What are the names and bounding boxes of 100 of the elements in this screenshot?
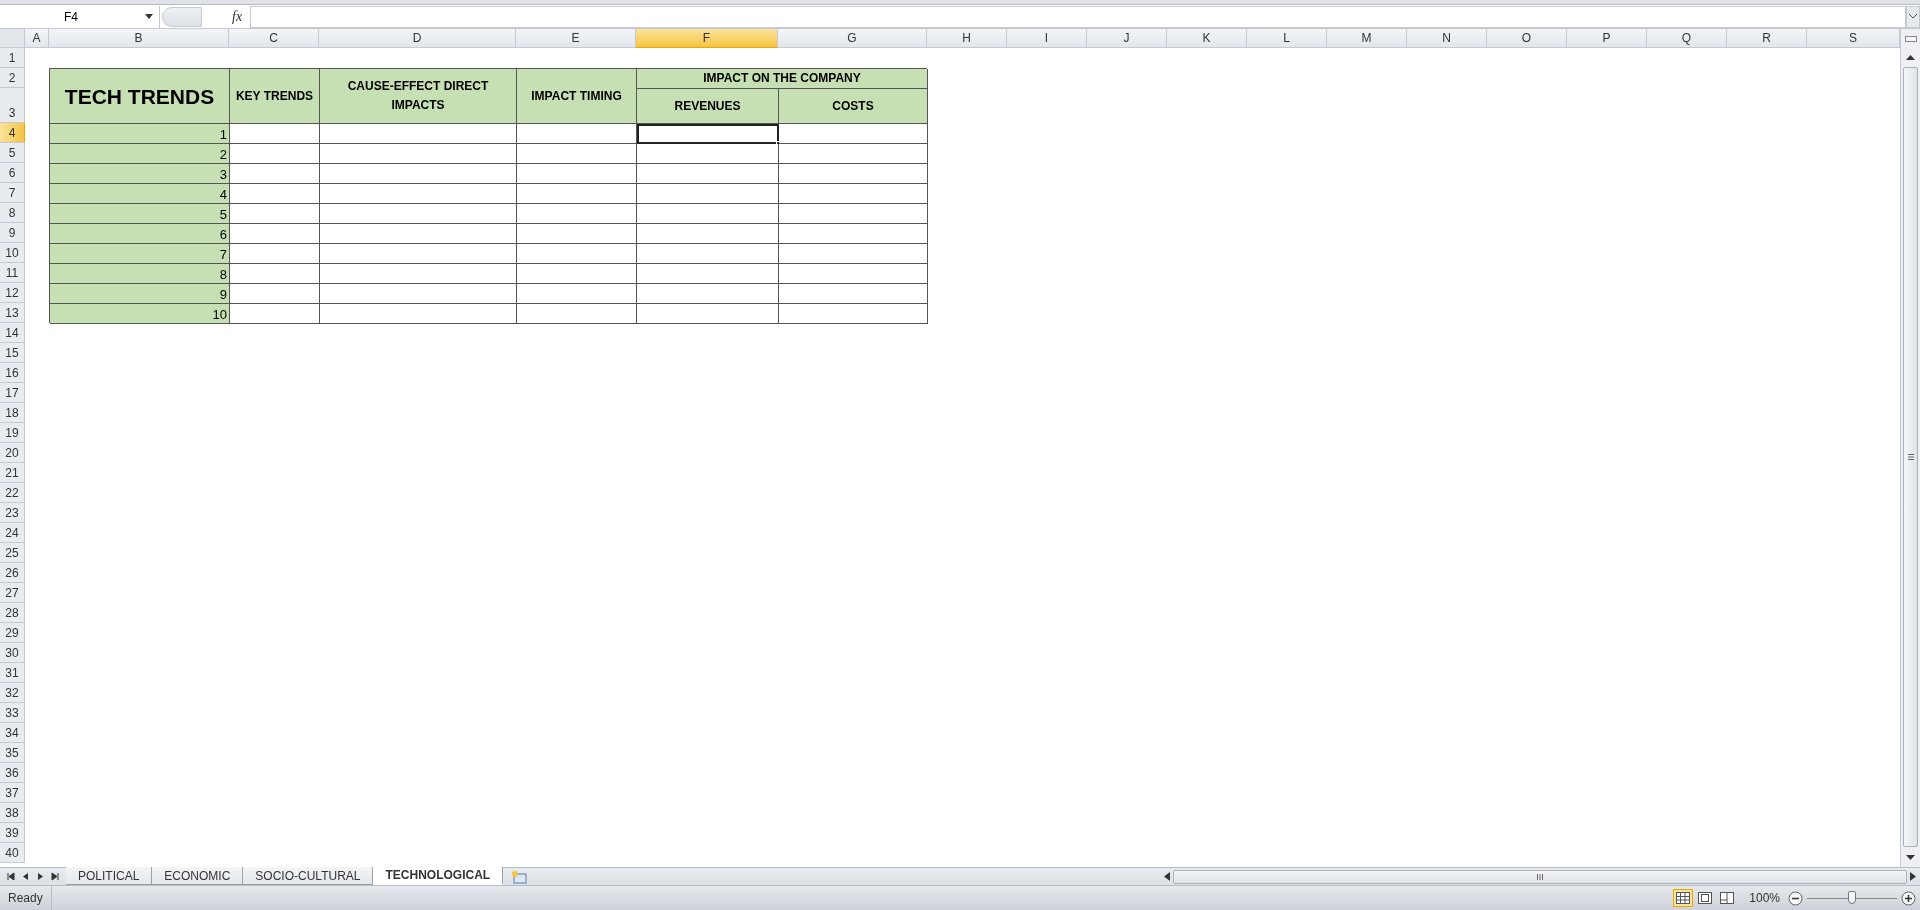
row-header[interactable]: 38 (0, 803, 25, 823)
table-cell[interactable] (779, 204, 928, 224)
row-header[interactable]: 16 (0, 363, 25, 383)
row-header[interactable]: 5 (0, 143, 25, 163)
column-header[interactable]: M (1327, 29, 1407, 48)
sheet-tab[interactable]: SOCIO-CULTURAL (243, 867, 374, 885)
table-cell[interactable] (230, 124, 320, 144)
table-cell[interactable] (637, 244, 779, 264)
row-header[interactable]: 32 (0, 683, 25, 703)
sheet-tab[interactable]: ECONOMIC (152, 867, 244, 885)
column-header[interactable]: A (25, 29, 49, 48)
column-header[interactable]: O (1487, 29, 1567, 48)
row-header[interactable]: 1 (0, 48, 25, 68)
table-cell[interactable] (517, 284, 637, 304)
table-cell[interactable] (517, 264, 637, 284)
row-header[interactable]: 20 (0, 443, 25, 463)
selected-cell[interactable] (637, 124, 779, 144)
row-header[interactable]: 9 (0, 223, 25, 243)
zoom-out-icon[interactable] (1788, 890, 1803, 906)
table-cell[interactable] (320, 164, 517, 184)
row-header[interactable]: 8 (0, 203, 25, 223)
table-cell[interactable] (320, 144, 517, 164)
column-header[interactable]: D (319, 29, 516, 48)
row-header[interactable]: 4 (0, 123, 25, 143)
table-cell[interactable] (779, 124, 928, 144)
table-cell[interactable] (230, 264, 320, 284)
column-header[interactable]: F (636, 29, 778, 48)
row-header[interactable]: 33 (0, 703, 25, 723)
table-cell[interactable] (779, 264, 928, 284)
table-cell[interactable] (779, 304, 928, 324)
row-header[interactable]: 21 (0, 463, 25, 483)
column-header[interactable]: L (1247, 29, 1327, 48)
sheet-tab[interactable]: TECHNOLOGICAL (373, 867, 504, 885)
row-header[interactable]: 13 (0, 303, 25, 323)
table-cell[interactable] (230, 184, 320, 204)
table-cell[interactable] (779, 184, 928, 204)
column-header[interactable]: P (1567, 29, 1647, 48)
row-header[interactable]: 31 (0, 663, 25, 683)
row-header[interactable]: 40 (0, 843, 25, 863)
row-header[interactable]: 3 (0, 88, 25, 123)
insert-function-button[interactable]: fx (232, 8, 243, 25)
row-header[interactable]: 22 (0, 483, 25, 503)
formula-bar-handle[interactable] (162, 6, 202, 27)
formula-input[interactable] (250, 5, 1906, 28)
table-cell[interactable] (320, 224, 517, 244)
sheet-tab[interactable]: POLITICAL (66, 867, 153, 885)
row-header[interactable]: 34 (0, 723, 25, 743)
row-header[interactable]: 26 (0, 563, 25, 583)
zoom-slider-thumb[interactable] (1848, 890, 1856, 904)
table-cell[interactable] (779, 244, 928, 264)
column-header[interactable]: C (229, 29, 319, 48)
zoom-level[interactable]: 100% (1749, 891, 1780, 905)
row-header[interactable]: 11 (0, 263, 25, 283)
table-cell[interactable] (637, 224, 779, 244)
table-cell[interactable] (230, 164, 320, 184)
column-header[interactable]: N (1407, 29, 1487, 48)
row-header[interactable]: 10 (0, 243, 25, 263)
column-header[interactable]: B (49, 29, 229, 48)
table-cell[interactable] (517, 244, 637, 264)
table-cell[interactable] (517, 144, 637, 164)
table-cell[interactable] (320, 204, 517, 224)
table-cell[interactable] (320, 124, 517, 144)
table-cell[interactable] (230, 144, 320, 164)
table-cell[interactable] (230, 284, 320, 304)
column-header[interactable]: G (778, 29, 927, 48)
table-cell[interactable] (320, 304, 517, 324)
table-cell[interactable] (230, 204, 320, 224)
table-cell[interactable] (517, 224, 637, 244)
table-cell[interactable] (517, 204, 637, 224)
row-header[interactable]: 23 (0, 503, 25, 523)
scroll-thumb[interactable] (1903, 67, 1918, 847)
table-cell[interactable] (779, 164, 928, 184)
table-cell[interactable] (320, 184, 517, 204)
row-header[interactable]: 30 (0, 643, 25, 663)
table-cell[interactable] (779, 224, 928, 244)
scroll-left-icon[interactable] (1164, 872, 1170, 881)
row-header[interactable]: 25 (0, 543, 25, 563)
table-cell[interactable] (320, 244, 517, 264)
row-header[interactable]: 19 (0, 423, 25, 443)
table-cell[interactable] (230, 304, 320, 324)
table-cell[interactable] (637, 304, 779, 324)
row-header[interactable]: 15 (0, 343, 25, 363)
column-header[interactable]: R (1727, 29, 1807, 48)
row-header[interactable]: 24 (0, 523, 25, 543)
row-header[interactable]: 6 (0, 163, 25, 183)
table-cell[interactable] (637, 144, 779, 164)
column-header[interactable]: J (1087, 29, 1167, 48)
column-header[interactable]: Q (1647, 29, 1727, 48)
zoom-in-icon[interactable] (1901, 890, 1916, 906)
table-cell[interactable] (230, 224, 320, 244)
name-box[interactable]: F4 (0, 5, 160, 28)
row-header[interactable]: 35 (0, 743, 25, 763)
row-header[interactable]: 7 (0, 183, 25, 203)
column-header[interactable]: S (1807, 29, 1900, 48)
scroll-right-icon[interactable] (1910, 872, 1916, 881)
table-cell[interactable] (637, 264, 779, 284)
row-header[interactable]: 27 (0, 583, 25, 603)
scroll-thumb[interactable] (1173, 869, 1907, 884)
table-cell[interactable] (779, 144, 928, 164)
row-header[interactable]: 14 (0, 323, 25, 343)
